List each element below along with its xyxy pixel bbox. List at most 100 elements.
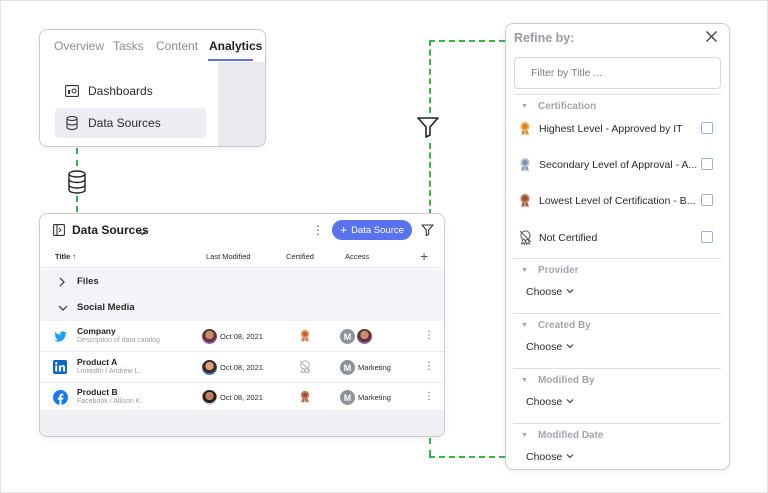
chevron-down-icon [566, 451, 574, 463]
connector-line [76, 148, 78, 166]
row-description: Description of data catalog [77, 337, 160, 344]
filter-icon[interactable] [421, 223, 434, 241]
access-badge: M [340, 360, 355, 375]
database-icon [65, 116, 79, 130]
table-row[interactable]: Company Description of data catalog Oct … [40, 321, 444, 351]
chevron-right-icon [57, 275, 67, 293]
access-group: Marketing [358, 363, 391, 372]
checkbox[interactable] [701, 122, 713, 134]
column-header-title[interactable]: Title ↑ [55, 252, 76, 261]
section-label: Created By [537, 320, 591, 331]
plus-icon: + [340, 223, 348, 237]
section-header-modified-by[interactable]: ▼ Modified By [521, 375, 595, 386]
row-name: Product A [77, 357, 118, 367]
checkbox[interactable] [701, 194, 713, 206]
dropdown-value: Choose [526, 341, 563, 353]
row-description: Facebook / Allison K. [77, 398, 143, 405]
table-row[interactable]: Product B Facebook / Allison K. Oct 08, … [40, 382, 444, 412]
refine-panel: Refine by: ▼ Certification Highest Level… [505, 23, 730, 470]
tab-analytics[interactable]: Analytics [209, 39, 262, 53]
certification-option[interactable]: Secondary Level of Approval - A... [506, 153, 729, 177]
column-header-access[interactable]: Access [345, 252, 369, 261]
divider [513, 258, 721, 259]
row-more-options-icon[interactable]: ⋮ [424, 361, 434, 372]
caret-down-icon: ▼ [521, 322, 528, 329]
caret-down-icon: ▼ [521, 267, 528, 274]
row-description: LinkedIn / Andrew L. [77, 368, 141, 375]
provider-dropdown[interactable]: Choose [526, 286, 574, 298]
facebook-icon [53, 390, 68, 405]
linkedin-icon [53, 360, 68, 375]
avatar [357, 329, 372, 344]
chevron-down-icon [566, 396, 574, 408]
created-by-dropdown[interactable]: Choose [526, 341, 574, 353]
tab-content[interactable]: Content [156, 39, 198, 53]
option-label: Highest Level - Approved by IT [539, 123, 683, 135]
add-column-icon[interactable]: + [420, 248, 428, 264]
row-last-modified: Oct 08, 2021 [220, 393, 263, 402]
certification-option[interactable]: Not Certified [506, 226, 729, 250]
divider [513, 94, 721, 95]
gold-medal-icon [519, 121, 531, 141]
section-header-modified-date[interactable]: ▼ Modified Date [521, 430, 604, 441]
section-label: Certification [537, 101, 597, 112]
row-more-options-icon[interactable]: ⋮ [424, 391, 434, 402]
database-icon [67, 170, 87, 199]
row-more-options-icon[interactable]: ⋮ [424, 330, 434, 341]
group-row-files[interactable]: Files [40, 269, 444, 295]
button-label: Data Source [351, 224, 404, 236]
modified-date-dropdown[interactable]: Choose [526, 451, 574, 463]
close-icon[interactable] [705, 30, 718, 48]
caret-down-icon: ▼ [521, 377, 528, 384]
navigation-card: Overview Tasks Content Analytics Dashboa… [39, 29, 266, 147]
filter-icon [416, 116, 440, 143]
modified-by-dropdown[interactable]: Choose [526, 396, 574, 408]
table-row[interactable]: Product A LinkedIn / Andrew L. Oct 08, 2… [40, 352, 444, 382]
menu-item-data-sources[interactable]: Data Sources [55, 108, 206, 138]
section-label: Provider [537, 265, 579, 276]
menu-item-dashboards[interactable]: Dashboards [55, 76, 206, 106]
side-panel-icon[interactable] [53, 223, 65, 241]
option-label: Secondary Level of Approval - A... [539, 159, 698, 171]
more-options-icon[interactable]: ⋮ [312, 223, 324, 237]
section-label: Modified By [537, 375, 595, 386]
access-badge: M [340, 329, 355, 344]
group-row-social-media[interactable]: Social Media [40, 295, 444, 321]
divider [513, 313, 721, 314]
chevron-down-icon[interactable] [138, 224, 147, 242]
row-last-modified: Oct 08, 2021 [220, 332, 263, 341]
silver-medal-icon [519, 157, 531, 177]
section-header-created-by[interactable]: ▼ Created By [521, 320, 591, 331]
section-header-provider[interactable]: ▼ Provider [521, 265, 579, 276]
column-header-certified[interactable]: Certified [286, 252, 314, 261]
section-label: Modified Date [537, 430, 604, 441]
avatar [202, 329, 217, 344]
tab-overview[interactable]: Overview [54, 39, 104, 53]
dashboard-icon [65, 84, 79, 98]
certification-option[interactable]: Highest Level - Approved by IT [506, 117, 729, 141]
connector-line [429, 40, 505, 42]
column-header-last-modified[interactable]: Last Modified [206, 252, 251, 261]
active-tab-indicator [208, 59, 253, 61]
certified-bronze-medal-icon [299, 390, 311, 408]
not-certified-icon [519, 230, 532, 250]
checkbox[interactable] [701, 158, 713, 170]
connector-line [429, 40, 431, 113]
card-header: Data Sources ⋮ + Data Source [40, 214, 444, 247]
analytics-menu: Dashboards Data Sources [45, 66, 217, 146]
row-name: Product B [77, 387, 118, 397]
connector-line [429, 438, 431, 456]
option-label: Lowest Level of Certification - B... [539, 195, 696, 207]
group-label: Files [77, 276, 99, 287]
add-data-source-button[interactable]: + Data Source [332, 220, 412, 240]
divider [513, 368, 721, 369]
section-header-certification[interactable]: ▼ Certification [521, 101, 596, 112]
filter-by-title-input[interactable] [514, 57, 721, 89]
certification-option[interactable]: Lowest Level of Certification - B... [506, 189, 729, 213]
avatar [202, 390, 217, 405]
menu-item-label: Dashboards [88, 84, 153, 98]
checkbox[interactable] [701, 231, 713, 243]
bronze-medal-icon [519, 193, 531, 213]
tab-tasks[interactable]: Tasks [113, 39, 144, 53]
dropdown-value: Choose [526, 396, 563, 408]
